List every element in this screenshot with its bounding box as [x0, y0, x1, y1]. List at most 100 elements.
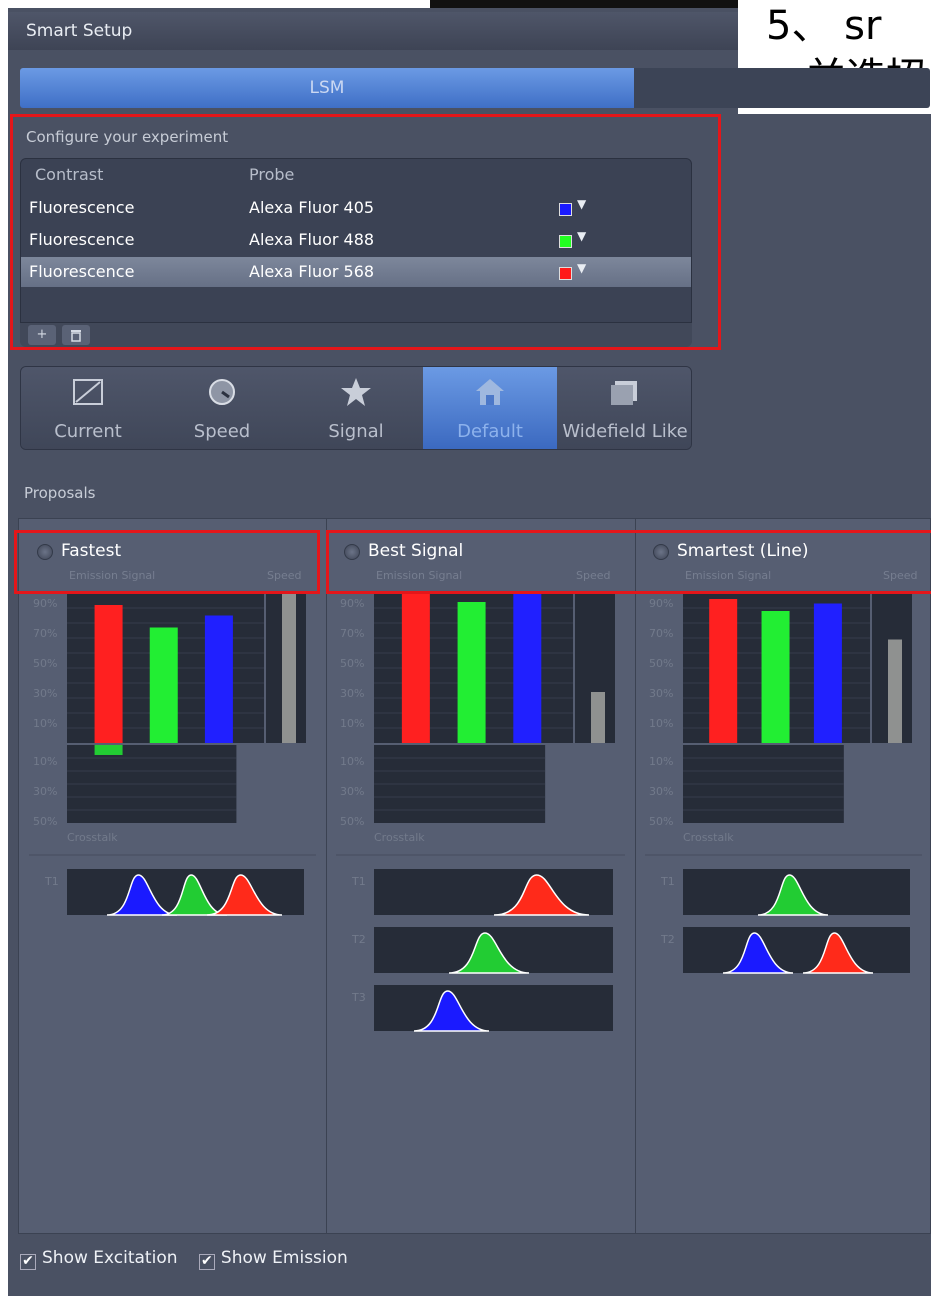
signal-tick-label: 70%: [33, 627, 57, 640]
show-emission-label: Show Emission: [220, 1248, 348, 1268]
proposals-label: Proposals: [24, 484, 96, 502]
crosstalk-bar-green: [94, 745, 123, 755]
crosstalk-label: Crosstalk: [683, 831, 734, 844]
speedometer-icon: [209, 379, 235, 405]
probe-table: Contrast Probe Fluorescence Alexa Fluor …: [20, 158, 692, 346]
table-footer: +: [20, 322, 692, 347]
speed-bar: [282, 593, 296, 743]
mode-signal-button[interactable]: Signal: [289, 367, 424, 449]
signal-tick-label: 90%: [340, 597, 364, 610]
proposal-chart: 90% 70% 50% 30% 10% 10% 30% 50% Crosstalk T1 T2 T3: [336, 592, 625, 1032]
signal-bar-red: [401, 593, 430, 743]
proposals-highlight: [326, 530, 931, 594]
probe-cell: Alexa Fluor 405: [249, 198, 375, 217]
current-icon: [73, 379, 103, 405]
crosstalk-tick-label: 10%: [649, 755, 673, 768]
signal-tick-label: 30%: [33, 687, 57, 700]
signal-bar-blue: [813, 603, 842, 743]
check-icon: ✔: [198, 1254, 215, 1270]
proposals-panel: Fastest Emission Signal Speed 90% 70% 50% 3…: [18, 518, 931, 1234]
crosstalk-tick-label: 30%: [340, 785, 364, 798]
configure-label: Configure your experiment: [26, 128, 229, 146]
tab-lsm[interactable]: LSM: [20, 68, 634, 108]
crosstalk-tick-label: 30%: [33, 785, 57, 798]
proposal-fastest[interactable]: Fastest Emission Signal Speed 90% 70% 50% 3…: [19, 519, 327, 1233]
track-label: T1: [351, 875, 366, 888]
signal-tick-label: 50%: [649, 657, 673, 670]
signal-tick-label: 10%: [340, 717, 364, 730]
track-label: T3: [351, 991, 366, 1004]
track-area: [374, 985, 613, 1031]
trash-icon[interactable]: [62, 325, 90, 345]
table-row-selected[interactable]: Fluorescence Alexa Fluor 568 ▼: [21, 257, 691, 287]
signal-tick-label: 90%: [33, 597, 57, 610]
track-area: [683, 927, 910, 973]
signal-tick-label: 10%: [33, 717, 57, 730]
mode-label: Default: [457, 421, 523, 442]
star-icon: [341, 378, 371, 406]
speed-bar: [591, 692, 605, 743]
contrast-cell: Fluorescence: [29, 262, 135, 281]
show-emission-checkbox[interactable]: ✔ Show Emission: [198, 1248, 348, 1270]
mode-widefield-button[interactable]: Widefield Like: [557, 367, 691, 449]
crosstalk-tick-label: 10%: [340, 755, 364, 768]
signal-bar-blue: [513, 593, 542, 743]
signal-tick-label: 50%: [33, 657, 57, 670]
overlay-line-1: 5、 sr: [766, 3, 882, 49]
track-label: T1: [44, 875, 59, 888]
mode-speed-button[interactable]: Speed: [155, 367, 290, 449]
mode-label: Speed: [193, 421, 251, 442]
widefield-icon: [611, 381, 637, 405]
signal-tick-label: 30%: [340, 687, 364, 700]
signal-tick-label: 90%: [649, 597, 673, 610]
chevron-down-icon[interactable]: ▼: [577, 197, 586, 211]
track-label: T2: [660, 933, 675, 946]
chevron-down-icon[interactable]: ▼: [577, 229, 586, 243]
mode-selector: Current Speed Signal Default Widefield L…: [20, 366, 692, 450]
crosstalk-tick-label: 50%: [340, 815, 364, 828]
track-label: T1: [660, 875, 675, 888]
probe-cell: Alexa Fluor 568: [249, 262, 375, 281]
signal-bar-red: [709, 599, 738, 743]
signal-bar-green: [457, 602, 486, 743]
contrast-cell: Fluorescence: [29, 198, 135, 217]
color-swatch[interactable]: [559, 235, 572, 248]
chevron-down-icon[interactable]: ▼: [577, 261, 586, 275]
tab-lsm-label: LSM: [309, 78, 345, 98]
signal-tick-label: 10%: [649, 717, 673, 730]
signal-tick-label: 50%: [340, 657, 364, 670]
footer-options: ✔ Show Excitation ✔ Show Emission: [20, 1248, 348, 1270]
check-icon: ✔: [20, 1254, 36, 1270]
mode-label: Widefield Like: [562, 421, 688, 442]
home-icon: [476, 379, 504, 405]
table-row[interactable]: Fluorescence Alexa Fluor 405 ▼: [21, 193, 691, 223]
add-button[interactable]: +: [28, 325, 56, 345]
crosstalk-tick-label: 50%: [649, 815, 673, 828]
crosstalk-tick-label: 30%: [649, 785, 673, 798]
show-excitation-label: Show Excitation: [42, 1248, 178, 1268]
table-row[interactable]: Fluorescence Alexa Fluor 488 ▼: [21, 225, 691, 255]
color-swatch[interactable]: [559, 203, 572, 216]
proposal-smartest-line[interactable]: Smartest (Line) Emission Signal Speed 90…: [635, 519, 931, 1233]
crosstalk-label: Crosstalk: [374, 831, 425, 844]
mode-default-button[interactable]: Default: [423, 367, 558, 449]
crosstalk-tick-label: 10%: [33, 755, 57, 768]
proposal-best-signal[interactable]: Best Signal Emission Signal Speed 90% 70%…: [326, 519, 636, 1233]
track-label: T2: [351, 933, 366, 946]
column-header-contrast: Contrast: [35, 165, 104, 184]
fastest-highlight: [14, 530, 320, 594]
speed-bar: [888, 639, 902, 743]
probe-cell: Alexa Fluor 488: [249, 230, 375, 249]
show-excitation-checkbox[interactable]: ✔ Show Excitation: [20, 1248, 178, 1270]
proposal-chart: 90% 70% 50% 30% 10% 10% 30% 50% Crosstalk T1 T2: [645, 592, 922, 974]
track-area: [374, 869, 613, 915]
color-swatch[interactable]: [559, 267, 572, 280]
crosstalk-label: Crosstalk: [67, 831, 118, 844]
crosstalk-tick-label: 50%: [33, 815, 57, 828]
contrast-cell: Fluorescence: [29, 230, 135, 249]
signal-tick-label: 30%: [649, 687, 673, 700]
signal-tick-label: 70%: [340, 627, 364, 640]
signal-bar-red: [94, 605, 123, 743]
mode-current-button[interactable]: Current: [21, 367, 156, 449]
mode-label: Signal: [328, 421, 384, 442]
